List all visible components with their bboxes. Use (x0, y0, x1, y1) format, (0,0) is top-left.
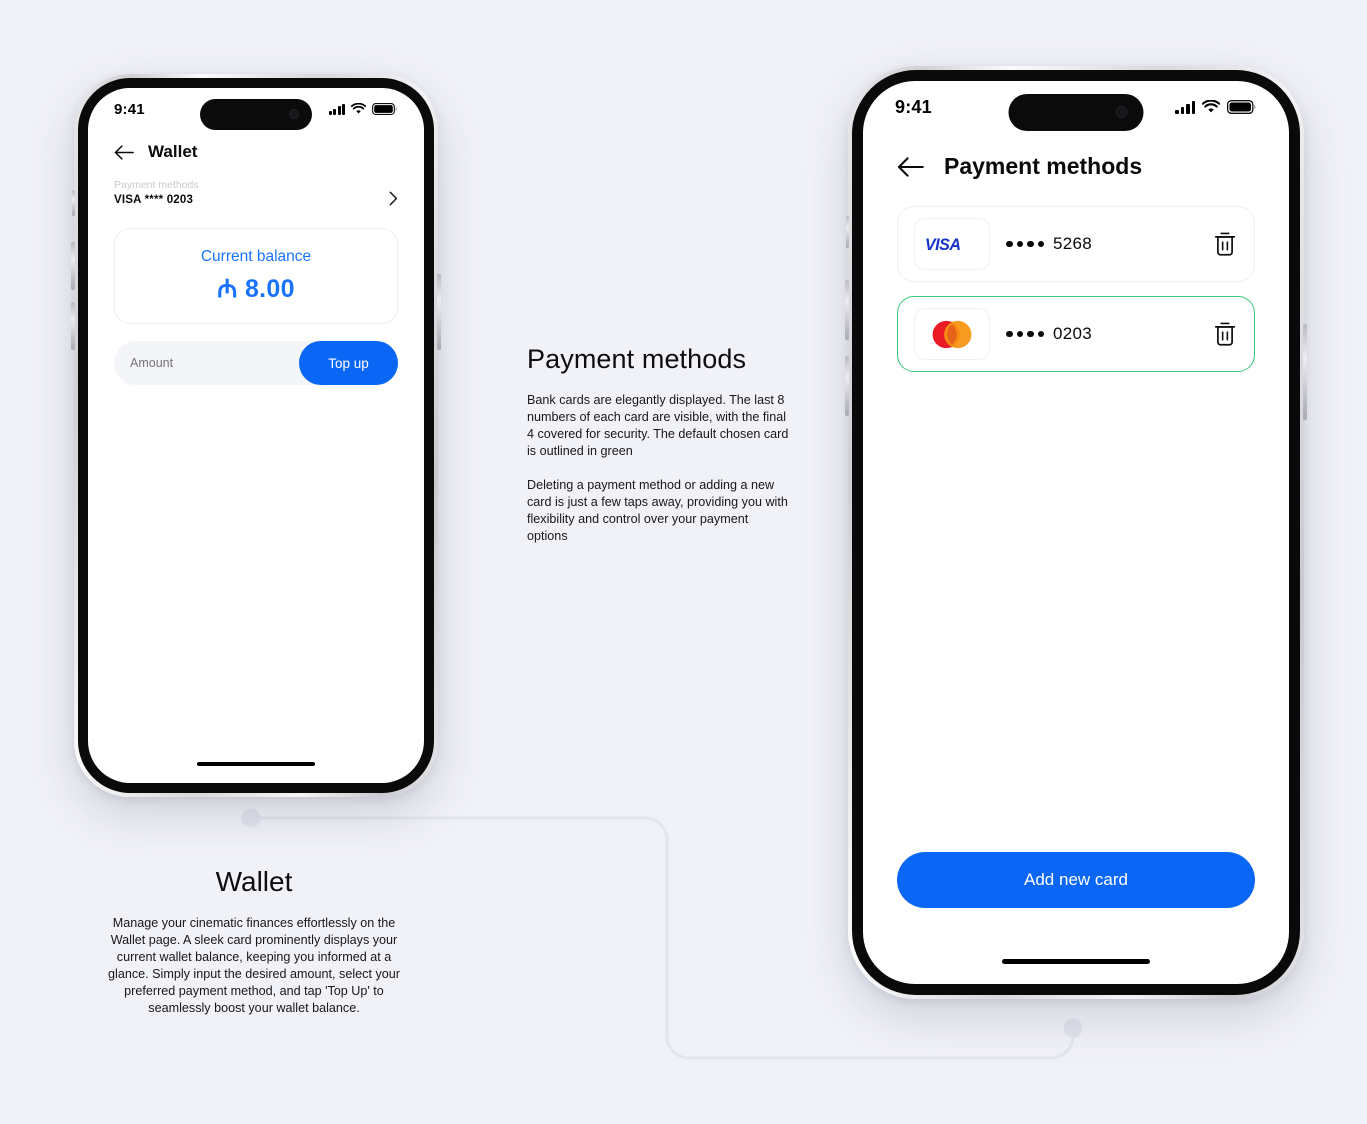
current-balance-card: Current balance ₼ 8.00 (114, 228, 398, 324)
balance-amount: ₼ 8.00 (217, 274, 295, 303)
battery-full-icon (1227, 100, 1256, 114)
cellular-bars-icon (1175, 101, 1195, 114)
wifi-icon (1202, 100, 1220, 113)
chevron-right-icon[interactable] (389, 191, 398, 206)
payment-methods-label: Payment methods (114, 179, 199, 191)
copy-paragraph-1: Manage your cinematic finances effortles… (108, 916, 400, 1015)
copy-heading-payment-methods: Payment methods (527, 344, 747, 374)
card-number: 5268 (1006, 234, 1092, 254)
status-bar-left: 9:41 (88, 88, 424, 130)
home-indicator (1002, 958, 1150, 964)
dynamic-island (200, 99, 312, 130)
phone-left-screen: 9:41 Wallet Payment methods VISA **** 02… (88, 88, 424, 783)
card-last4: 5268 (1053, 234, 1093, 253)
payment-methods-link[interactable]: Payment methods VISA **** 0203 (88, 162, 424, 208)
masked-digits-icon (1006, 240, 1044, 248)
mastercard-logo-icon (914, 308, 990, 360)
arrow-left-icon[interactable] (897, 156, 924, 177)
nav-bar-right: Payment methods (863, 133, 1289, 180)
volume-down-button[interactable] (845, 356, 849, 416)
power-button[interactable] (437, 274, 441, 350)
card-number: 0203 (1006, 324, 1092, 344)
visa-wordmark: VISA (925, 236, 961, 254)
volume-down-button[interactable] (71, 302, 75, 350)
payment-methods-list: VISA 5268 0203 (863, 180, 1289, 372)
nav-bar-left: Wallet (88, 130, 424, 162)
cellular-bars-icon (328, 103, 345, 115)
copy-paragraph-2: Deleting a payment method or adding a ne… (527, 478, 788, 543)
phone-left-device: 9:41 Wallet Payment methods VISA **** 02… (71, 74, 441, 797)
trash-icon[interactable] (1212, 320, 1238, 348)
page-title: Wallet (148, 142, 198, 161)
masked-digits-icon (1006, 330, 1044, 338)
status-time: 9:41 (114, 100, 145, 118)
status-bar-right: 9:41 (863, 81, 1289, 133)
visa-logo-icon: VISA (914, 218, 990, 270)
balance-label: Current balance (200, 247, 312, 265)
phone-right-screen: 9:41 Payment methods VISA 5268 0203 Add … (863, 81, 1289, 984)
top-up-button[interactable]: Top up (299, 341, 398, 385)
silent-switch[interactable] (72, 190, 75, 216)
copy-paragraph-1: Bank cards are elegantly displayed. The … (527, 393, 789, 458)
trash-icon[interactable] (1212, 230, 1238, 258)
status-icons (1175, 100, 1257, 114)
svg-text:VISA: VISA (925, 236, 961, 254)
add-new-card-button[interactable]: Add new card (897, 852, 1255, 908)
silent-switch[interactable] (846, 216, 849, 248)
topup-input-group: Top up (114, 341, 398, 385)
volume-up-button[interactable] (845, 280, 849, 340)
amount-input[interactable] (130, 356, 250, 370)
volume-up-button[interactable] (71, 242, 75, 290)
status-icons (328, 103, 399, 115)
poster-canvas: 9:41 Wallet Payment methods VISA **** 02… (0, 0, 1367, 1124)
dynamic-island (1008, 94, 1144, 131)
phone-right-device: 9:41 Payment methods VISA 5268 0203 Add … (845, 66, 1307, 999)
copy-block-wallet: Wallet Manage your cinematic finances ef… (104, 866, 404, 1017)
copy-heading-wallet: Wallet (215, 866, 293, 897)
payment-method-row[interactable]: 0203 (897, 296, 1255, 372)
power-button[interactable] (1303, 324, 1307, 420)
mastercard-circles (932, 320, 972, 348)
battery-full-icon (372, 103, 397, 115)
payment-methods-value: VISA **** 0203 (114, 194, 194, 206)
wifi-icon (351, 103, 366, 114)
home-indicator (197, 761, 315, 766)
card-last4: 0203 (1053, 324, 1093, 343)
status-time: 9:41 (895, 96, 932, 117)
arrow-left-icon[interactable] (114, 144, 134, 160)
copy-block-payment-methods: Payment methods Bank cards are elegantly… (527, 344, 792, 545)
page-title: Payment methods (944, 153, 1143, 179)
payment-method-row[interactable]: VISA 5268 (897, 206, 1255, 282)
